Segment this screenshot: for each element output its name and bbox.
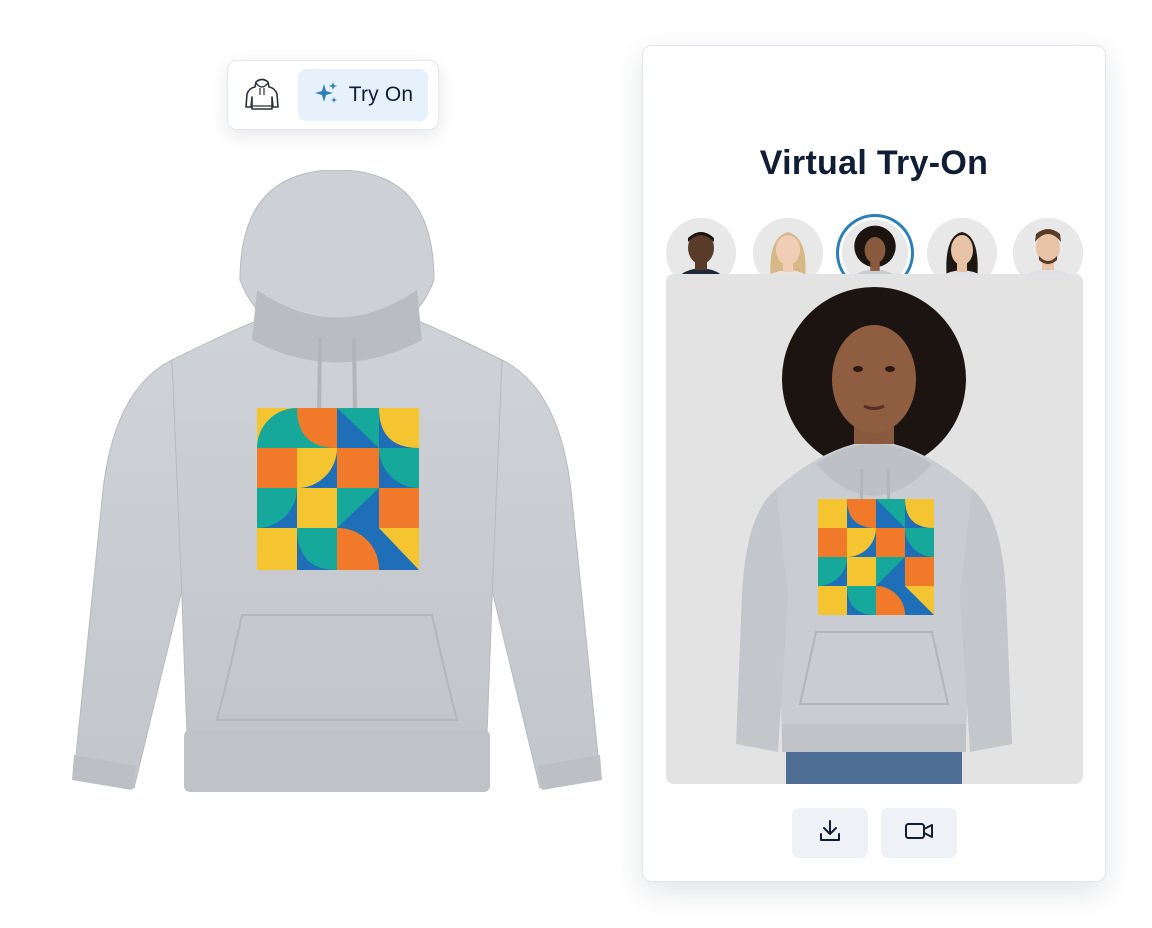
video-icon bbox=[903, 817, 935, 850]
garment-toolbar: Try On bbox=[227, 60, 439, 130]
video-button[interactable] bbox=[881, 808, 957, 858]
download-button[interactable] bbox=[792, 808, 868, 858]
panel-title: Virtual Try-On bbox=[759, 144, 989, 182]
try-on-button[interactable]: Try On bbox=[298, 69, 428, 121]
product-hoodie-image bbox=[72, 169, 602, 800]
try-on-preview-image bbox=[666, 274, 1083, 784]
try-on-label: Try On bbox=[348, 83, 414, 106]
download-icon bbox=[816, 817, 844, 850]
sparkles-icon bbox=[313, 80, 339, 111]
hoodie-icon[interactable] bbox=[240, 73, 284, 117]
